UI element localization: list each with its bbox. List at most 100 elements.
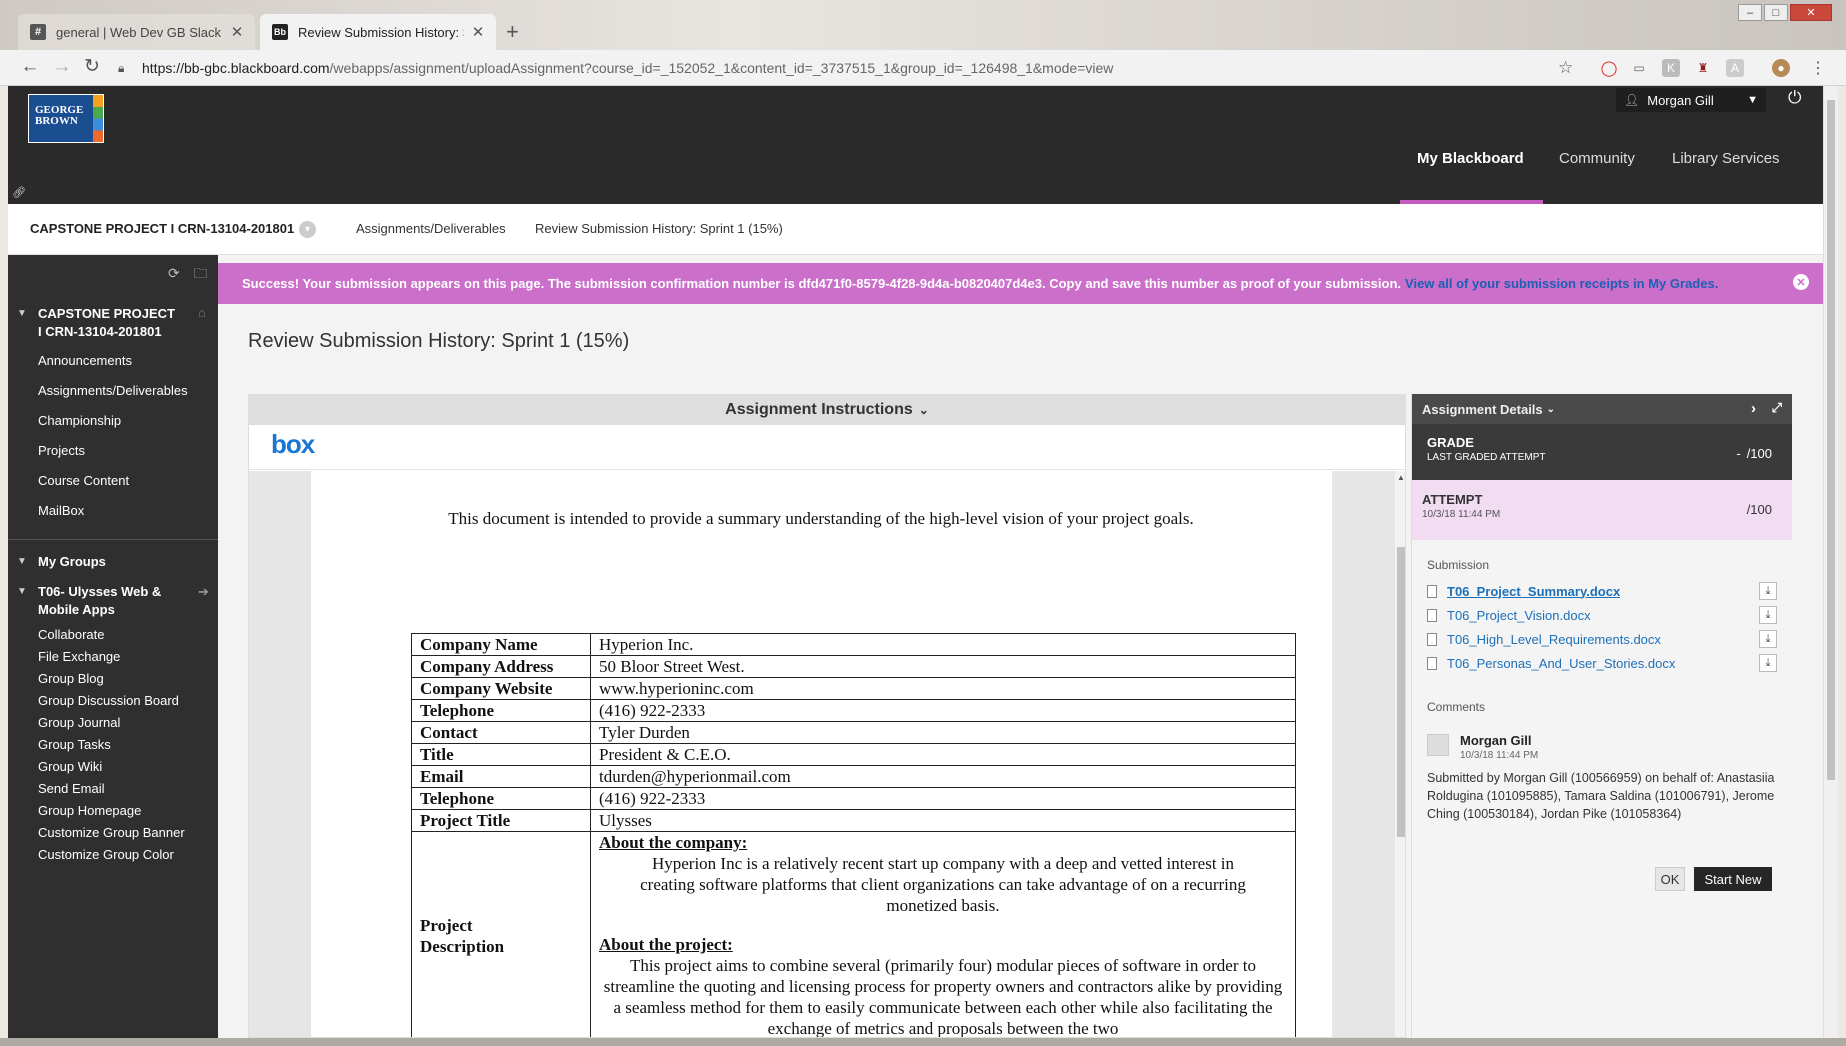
collapse-triangle-icon[interactable]: ▼ xyxy=(17,308,27,319)
table-value: tdurden@hyperionmail.com xyxy=(590,765,1296,788)
document-viewer[interactable]: This document is intended to provide a s… xyxy=(249,471,1405,1038)
collapse-triangle-icon[interactable]: ▼ xyxy=(17,586,27,597)
sidebar-item-assignments[interactable]: Assignments/Deliverables xyxy=(38,383,188,398)
sidebar-item-mailbox[interactable]: MailBox xyxy=(38,503,84,518)
link-icon[interactable]: 🔗︎ xyxy=(12,186,26,199)
browser-menu-icon[interactable]: ⋮ xyxy=(1810,58,1826,78)
extension-a-icon[interactable]: A xyxy=(1726,59,1744,77)
browser-tab-slack[interactable]: # general | Web Dev GB Slack ✕ xyxy=(18,14,255,50)
sidebar-item-customize-group-color[interactable]: Customize Group Color xyxy=(38,847,174,862)
close-tab-icon[interactable]: ✕ xyxy=(229,23,245,41)
breadcrumb: CAPSTONE PROJECT I CRN-13104-201801 ▾ As… xyxy=(8,204,1823,255)
breadcrumb-assignments[interactable]: Assignments/Deliverables xyxy=(356,221,506,236)
home-icon[interactable]: ⌂ xyxy=(198,305,206,320)
submission-file: T06_Personas_And_User_Stories.docx ⤓ xyxy=(1427,652,1777,674)
george-brown-logo[interactable]: GEORGE BROWN xyxy=(28,94,104,143)
user-menu[interactable]: 👤︎ Morgan Gill ▼ xyxy=(1616,88,1766,112)
page-scrollbar[interactable] xyxy=(1823,86,1838,1038)
reload-icon[interactable]: ↻ xyxy=(80,56,104,78)
minimize-icon[interactable]: – xyxy=(1738,4,1762,21)
nav-library-services[interactable]: Library Services xyxy=(1672,150,1780,167)
download-icon[interactable]: ⤓ xyxy=(1759,606,1777,624)
sidebar-item-group-tasks[interactable]: Group Tasks xyxy=(38,737,111,752)
breadcrumb-current: Review Submission History: Sprint 1 (15%… xyxy=(535,221,783,236)
scroll-up-icon[interactable]: ▲ xyxy=(1397,473,1405,482)
instructions-toggle[interactable]: Assignment Instructions ⌄ xyxy=(249,395,1405,425)
profile-avatar-icon[interactable]: ● xyxy=(1772,59,1790,77)
table-key: Company Name xyxy=(411,633,591,656)
arrow-right-circle-icon[interactable]: ➔ xyxy=(198,584,209,600)
sidebar-item-group-blog[interactable]: Group Blog xyxy=(38,671,104,686)
breadcrumb-course[interactable]: CAPSTONE PROJECT I CRN-13104-201801 xyxy=(30,221,294,236)
course-menu-chevron-icon[interactable]: ▾ xyxy=(299,221,316,238)
sidebar-item-announcements[interactable]: Announcements xyxy=(38,353,132,368)
box-logo: box xyxy=(271,429,315,459)
scroll-thumb[interactable] xyxy=(1827,100,1835,780)
slack-favicon-icon: # xyxy=(30,24,46,40)
bookmark-star-icon[interactable]: ☆ xyxy=(1558,58,1573,78)
document-scrollbar[interactable]: ▲ xyxy=(1395,471,1405,1037)
sidebar-item-group-journal[interactable]: Group Journal xyxy=(38,715,120,730)
extension-k-icon[interactable]: K xyxy=(1662,59,1680,77)
table-key: Telephone xyxy=(411,787,591,810)
close-tab-icon[interactable]: ✕ xyxy=(470,23,486,41)
sidebar-item-collaborate[interactable]: Collaborate xyxy=(38,627,105,642)
avatar xyxy=(1427,734,1449,756)
file-link[interactable]: T06_Project_Vision.docx xyxy=(1447,608,1591,623)
table-key: Company Website xyxy=(411,677,591,700)
sidebar-item-course-content[interactable]: Course Content xyxy=(38,473,129,488)
assignment-details-header[interactable]: Assignment Details ⌄ › ⤢ xyxy=(1412,394,1792,424)
back-arrow-icon[interactable]: ← xyxy=(18,56,42,78)
sidebar-item-championship[interactable]: Championship xyxy=(38,413,121,428)
refresh-icon[interactable]: ⟳ xyxy=(168,265,180,281)
grade-total: /100 xyxy=(1746,446,1772,461)
sidebar-item-projects[interactable]: Projects xyxy=(38,443,85,458)
download-icon[interactable]: ⤓ xyxy=(1759,582,1777,600)
sidebar-item-group-wiki[interactable]: Group Wiki xyxy=(38,759,102,774)
blackboard-header: GEORGE BROWN 👤︎ Morgan Gill ▼ ⏻ My Black… xyxy=(8,86,1823,204)
file-link[interactable]: T06_Project_Summary.docx xyxy=(1447,584,1620,599)
sidebar-my-groups[interactable]: My Groups xyxy=(38,553,178,571)
ok-button[interactable]: OK xyxy=(1655,867,1685,891)
extension-figure-icon[interactable]: ♜ xyxy=(1694,59,1712,77)
sidebar-course-title[interactable]: CAPSTONE PROJECT I CRN-13104-201801 xyxy=(38,305,178,341)
new-tab-button[interactable]: + xyxy=(506,21,519,43)
attempt-label: ATTEMPT xyxy=(1422,492,1483,507)
sidebar-item-file-exchange[interactable]: File Exchange xyxy=(38,649,120,664)
scroll-thumb[interactable] xyxy=(1397,547,1405,837)
nav-my-blackboard[interactable]: My Blackboard xyxy=(1417,150,1524,167)
project-description-cell: About the company: Hyperion Inc is a rel… xyxy=(590,831,1296,1038)
logout-power-icon[interactable]: ⏻ xyxy=(1788,88,1801,108)
collapse-triangle-icon[interactable]: ▼ xyxy=(17,556,27,567)
file-link[interactable]: T06_High_Level_Requirements.docx xyxy=(1447,632,1661,647)
attempt-time: 10/3/18 11:44 PM xyxy=(1422,509,1501,520)
sidebar-item-group-discussion-board[interactable]: Group Discussion Board xyxy=(38,693,179,708)
window-bottom-edge xyxy=(0,1038,1846,1046)
sidebar-item-send-email[interactable]: Send Email xyxy=(38,781,104,796)
address-bar[interactable]: 🔒︎ https://bb-gbc.blackboard.com/webapps… xyxy=(118,55,1588,81)
folder-icon[interactable]: 🗀 xyxy=(194,265,208,281)
chevron-right-icon[interactable]: › xyxy=(1751,400,1756,417)
success-message: Success! Your submission appears on this… xyxy=(242,276,1402,291)
close-icon[interactable]: ✕ xyxy=(1793,274,1809,290)
download-icon[interactable]: ⤓ xyxy=(1759,654,1777,672)
attempt-section[interactable]: ATTEMPT 10/3/18 11:44 PM /100 xyxy=(1412,480,1792,540)
submission-label: Submission xyxy=(1427,558,1490,572)
forward-arrow-icon[interactable]: → xyxy=(50,56,74,78)
cast-icon[interactable]: ▭ xyxy=(1630,59,1648,77)
sidebar-item-customize-group-banner[interactable]: Customize Group Banner xyxy=(38,825,185,840)
expand-icon[interactable]: ⤢ xyxy=(1772,400,1782,416)
opera-extension-icon[interactable]: ◯ xyxy=(1600,59,1618,77)
window-close-icon[interactable]: ✕ xyxy=(1790,4,1832,21)
start-new-button[interactable]: Start New xyxy=(1694,867,1772,891)
receipts-link[interactable]: View all of your submission receipts in … xyxy=(1405,276,1718,291)
sidebar-item-group-homepage[interactable]: Group Homepage xyxy=(38,803,141,818)
sidebar-group-name[interactable]: T06- Ulysses Web & Mobile Apps xyxy=(38,583,178,619)
about-project-text: This project aims to combine several (pr… xyxy=(603,956,1283,1038)
window-controls: – □ ✕ xyxy=(1736,4,1832,21)
nav-community[interactable]: Community xyxy=(1559,150,1635,167)
file-link[interactable]: T06_Personas_And_User_Stories.docx xyxy=(1447,656,1675,671)
browser-tab-blackboard[interactable]: Bb Review Submission History: Sprin ✕ xyxy=(260,14,496,50)
maximize-icon[interactable]: □ xyxy=(1764,4,1788,21)
download-icon[interactable]: ⤓ xyxy=(1759,630,1777,648)
